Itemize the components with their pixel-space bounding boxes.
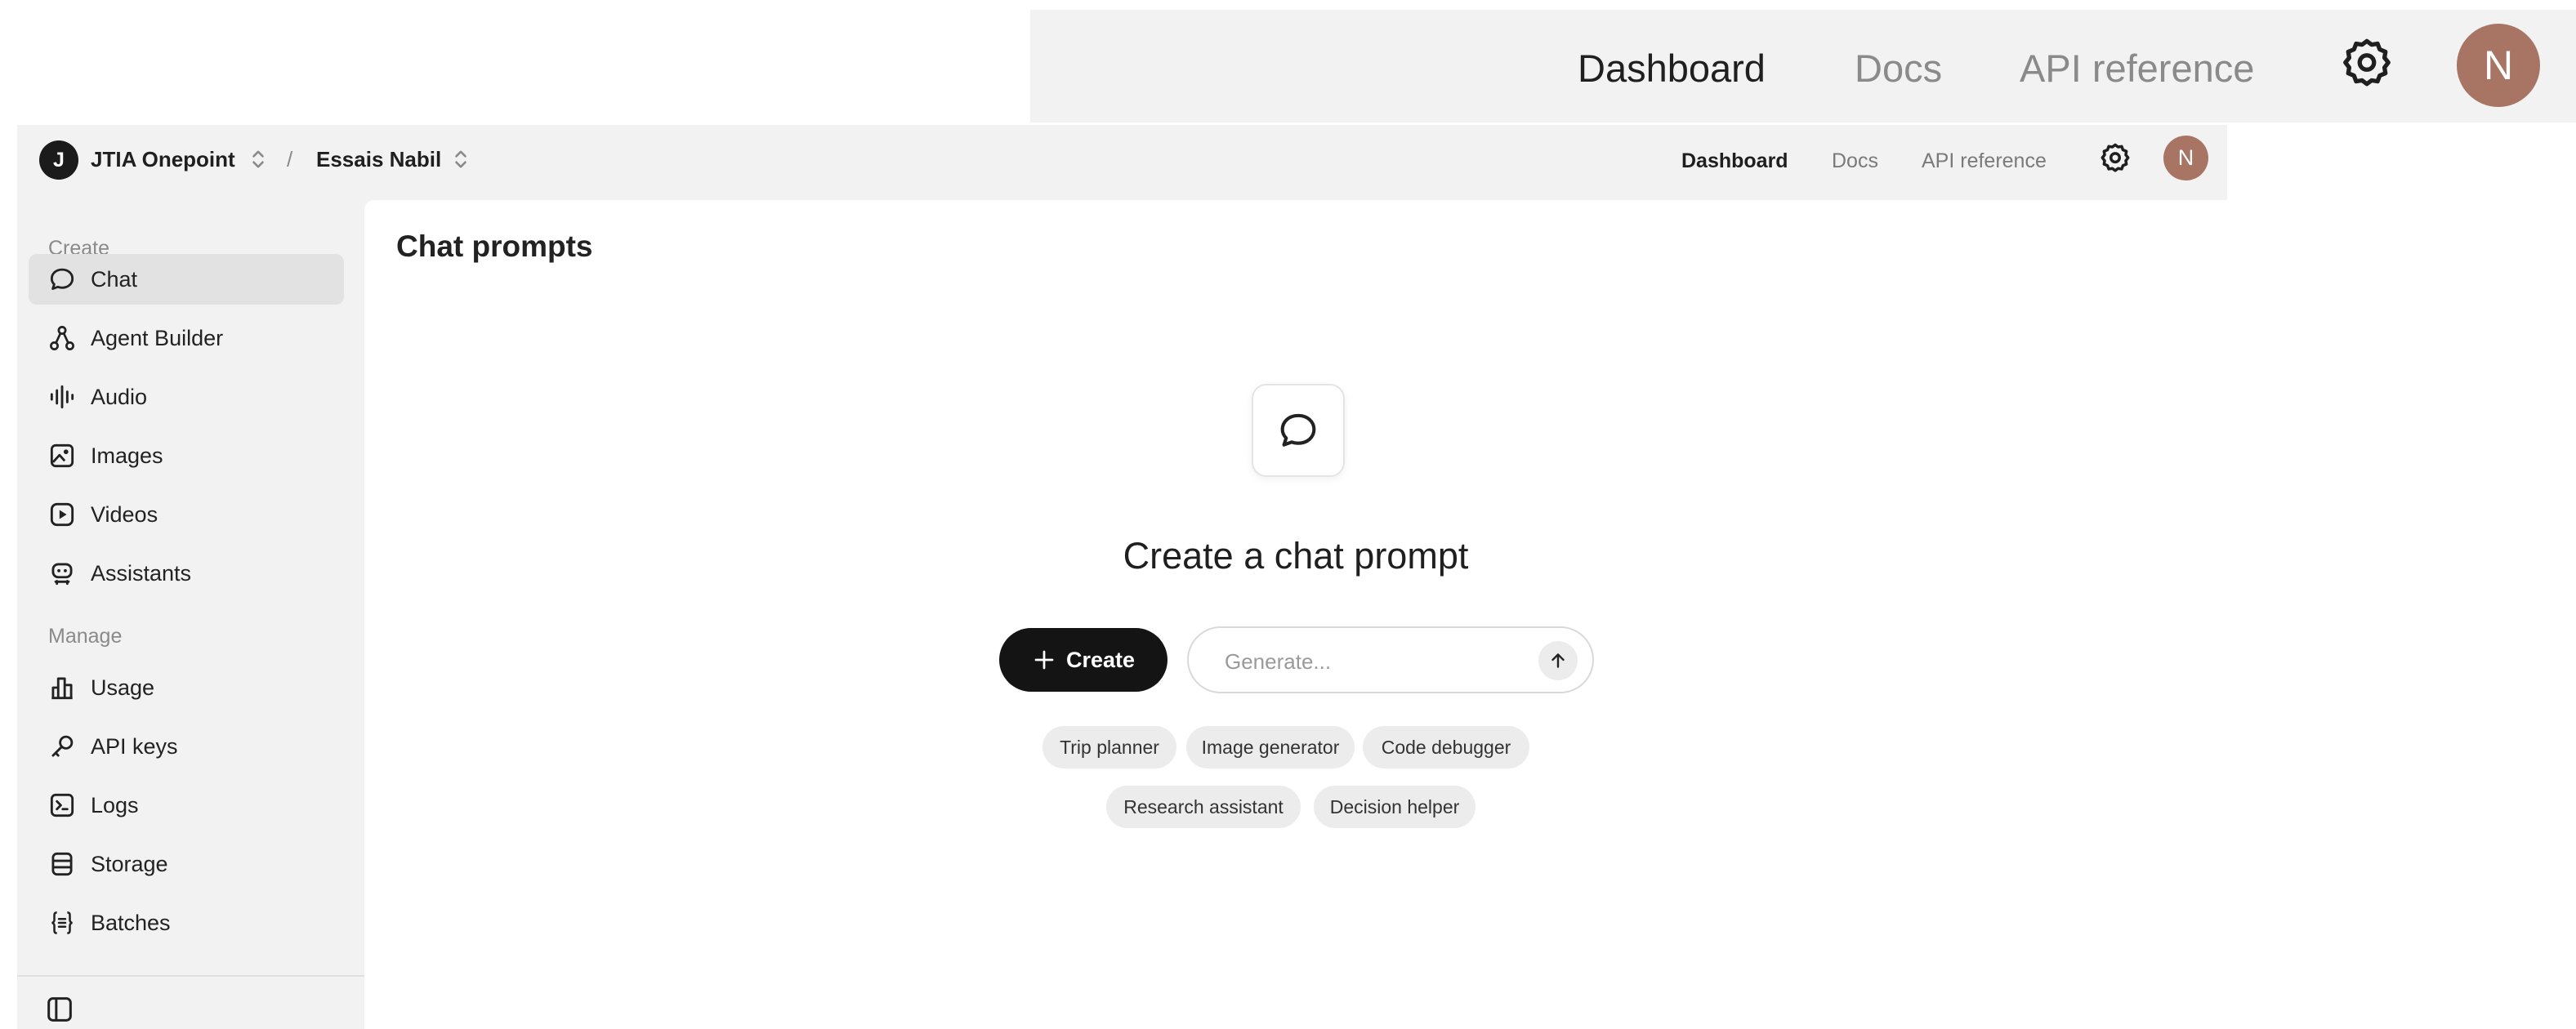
usage-chart-icon — [51, 677, 73, 700]
batch-braces-icon — [51, 911, 73, 934]
sidebar-item-chat[interactable]: Chat — [29, 254, 344, 305]
sidebar-item-label: Assistants — [91, 560, 192, 586]
arrow-up-icon — [1551, 653, 1565, 668]
play-icon — [50, 502, 74, 527]
sidebar: Create Chat Agent Builder Audio Images V… — [17, 200, 364, 1029]
suggestion-chip-decision-helper[interactable]: Decision helper — [1314, 786, 1476, 828]
chevron-updown-icon[interactable] — [452, 146, 470, 172]
suggestion-chip-research-assistant[interactable]: Research assistant — [1106, 786, 1301, 828]
audio-waveform-icon — [50, 385, 74, 409]
nav-docs[interactable]: Docs — [1832, 146, 1878, 176]
sidebar-item-logs[interactable]: Logs — [29, 780, 344, 831]
sidebar-item-assistants[interactable]: Assistants — [29, 548, 344, 599]
user-avatar[interactable]: N — [2163, 136, 2208, 180]
database-icon — [51, 852, 73, 876]
org-avatar[interactable]: J — [39, 140, 78, 180]
sidebar-item-agent-builder[interactable]: Agent Builder — [29, 313, 344, 363]
sidebar-item-label: Chat — [91, 266, 138, 292]
sidebar-item-storage[interactable]: Storage — [29, 839, 344, 889]
sidebar-item-label: Storage — [91, 851, 168, 876]
zoom-user-avatar[interactable]: N — [2457, 24, 2540, 107]
zoom-nav-docs[interactable]: Docs — [1855, 46, 1942, 91]
sidebar-divider — [17, 975, 364, 977]
sidebar-item-label: Images — [91, 443, 163, 468]
sidebar-item-label: Videos — [91, 501, 158, 527]
chevron-updown-icon[interactable] — [249, 146, 267, 172]
suggestion-chip-image-generator[interactable]: Image generator — [1186, 726, 1355, 768]
sidebar-item-audio[interactable]: Audio — [29, 372, 344, 422]
breadcrumb-project[interactable]: Essais Nabil — [316, 143, 441, 176]
sidebar-item-label: Logs — [91, 792, 139, 817]
robot-icon — [51, 563, 73, 586]
gear-icon[interactable] — [2338, 35, 2395, 92]
key-icon — [51, 735, 74, 757]
sidebar-panel-icon[interactable] — [43, 993, 76, 1026]
sidebar-item-images[interactable]: Images — [29, 430, 344, 481]
chat-bubble-icon — [1280, 413, 1316, 447]
sidebar-item-label: API keys — [91, 733, 178, 759]
zoom-nav-api-reference[interactable]: API reference — [2020, 46, 2254, 91]
main-panel: Chat prompts Create a chat prompt Create… — [364, 200, 2227, 1029]
suggestion-chip-trip-planner[interactable]: Trip planner — [1042, 726, 1176, 768]
generate-field — [1187, 626, 1594, 693]
app-window: J JTIA Onepoint / Essais Nabil Dashboard… — [17, 125, 2227, 1029]
sidebar-item-label: Audio — [91, 384, 148, 409]
chat-bubble-icon — [50, 268, 74, 290]
generate-input[interactable] — [1223, 644, 1537, 679]
breadcrumb-org[interactable]: JTIA Onepoint — [91, 143, 235, 176]
plus-icon — [1034, 650, 1054, 670]
sidebar-item-api-keys[interactable]: API keys — [29, 721, 344, 772]
top-bar: J JTIA Onepoint / Essais Nabil Dashboard… — [17, 125, 2227, 200]
nav-dashboard[interactable]: Dashboard — [1681, 146, 1788, 176]
create-button-label: Create — [1065, 647, 1136, 672]
sidebar-item-label: Agent Builder — [91, 325, 224, 350]
create-button[interactable]: Create — [999, 628, 1167, 692]
sidebar-item-label: Batches — [91, 910, 171, 935]
empty-state-icon — [1252, 384, 1345, 477]
generate-submit-button[interactable] — [1538, 641, 1578, 680]
page-title: Chat prompts — [396, 229, 593, 263]
agent-nodes-icon — [50, 326, 74, 350]
image-icon — [50, 443, 74, 468]
nav-api-reference[interactable]: API reference — [1922, 146, 2047, 176]
gear-icon[interactable] — [2098, 141, 2132, 176]
breadcrumb-separator: / — [287, 147, 293, 172]
suggestion-chip-code-debugger[interactable]: Code debugger — [1363, 726, 1529, 768]
zoom-nav-dashboard[interactable]: Dashboard — [1578, 46, 1766, 91]
sidebar-item-videos[interactable]: Videos — [29, 489, 344, 540]
sidebar-item-usage[interactable]: Usage — [29, 662, 344, 713]
empty-state-heading: Create a chat prompt — [1123, 535, 1469, 577]
terminal-icon — [50, 793, 74, 817]
sidebar-item-batches[interactable]: Batches — [29, 898, 344, 948]
section-label-manage: Manage — [48, 625, 123, 648]
sidebar-item-label: Usage — [91, 675, 155, 700]
